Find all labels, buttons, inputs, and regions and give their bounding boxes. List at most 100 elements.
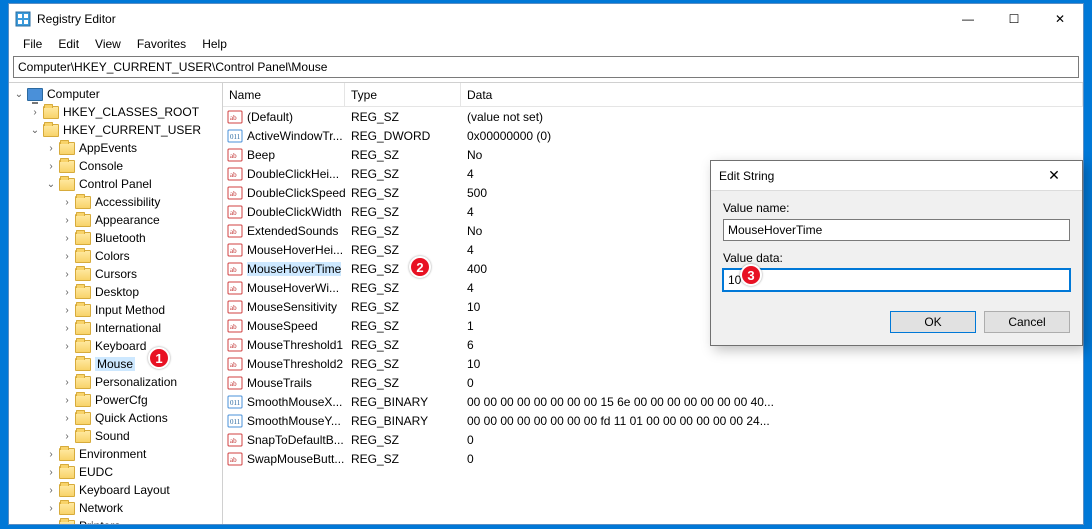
ok-button[interactable]: OK	[890, 311, 976, 333]
tree-computer[interactable]: ⌄Computer	[9, 85, 222, 103]
tree-twisty-icon[interactable]: ⌄	[45, 179, 57, 190]
titlebar[interactable]: Registry Editor — ☐ ✕	[9, 4, 1083, 34]
tree-twisty-icon[interactable]: ›	[61, 413, 73, 424]
folder-icon	[75, 286, 91, 299]
tree-twisty-icon[interactable]: ›	[45, 161, 57, 172]
value-name: MouseHoverHei...	[247, 243, 343, 257]
tree-colors[interactable]: ›Colors	[9, 247, 222, 265]
value-name: ActiveWindowTr...	[247, 129, 343, 143]
dialog-close-button[interactable]: ✕	[1034, 167, 1074, 184]
value-row[interactable]: 011SmoothMouseX...REG_BINARY00 00 00 00 …	[223, 392, 1083, 411]
address-bar[interactable]: Computer\HKEY_CURRENT_USER\Control Panel…	[13, 56, 1079, 78]
tree-sound[interactable]: ›Sound	[9, 427, 222, 445]
tree-environment[interactable]: ›Environment	[9, 445, 222, 463]
tree-item-label: PowerCfg	[95, 393, 148, 407]
tree-pane[interactable]: ⌄Computer›HKEY_CLASSES_ROOT⌄HKEY_CURRENT…	[9, 83, 223, 524]
tree-item-label: EUDC	[79, 465, 113, 479]
tree-twisty-icon[interactable]: ›	[61, 197, 73, 208]
tree-keyboard-layout[interactable]: ›Keyboard Layout	[9, 481, 222, 499]
tree-twisty-icon[interactable]: ›	[61, 269, 73, 280]
menu-favorites[interactable]: Favorites	[129, 35, 194, 53]
tree-personalization[interactable]: › Personalization	[9, 373, 222, 391]
tree-desktop[interactable]: ›Desktop	[9, 283, 222, 301]
tree-twisty-icon[interactable]: ›	[29, 107, 41, 118]
tree-item-label: Console	[79, 159, 123, 173]
tree-twisty-icon[interactable]: ›	[45, 503, 57, 514]
column-name[interactable]: Name	[223, 83, 345, 106]
tree-twisty-icon[interactable]: ›	[61, 341, 73, 352]
tree-appevents[interactable]: ›AppEvents	[9, 139, 222, 157]
menu-file[interactable]: File	[15, 35, 50, 53]
tree-accessibility[interactable]: ›Accessibility	[9, 193, 222, 211]
column-data[interactable]: Data	[461, 83, 1083, 106]
svg-text:011: 011	[230, 418, 241, 426]
tree-input-method[interactable]: ›Input Method	[9, 301, 222, 319]
value-row[interactable]: abMouseThreshold2REG_SZ10	[223, 354, 1083, 373]
value-row[interactable]: abSnapToDefaultB...REG_SZ0	[223, 430, 1083, 449]
tree-bluetooth[interactable]: ›Bluetooth	[9, 229, 222, 247]
tree-twisty-icon[interactable]: ›	[61, 395, 73, 406]
folder-icon	[75, 232, 91, 245]
tree-twisty-icon[interactable]: ›	[61, 251, 73, 262]
svg-text:ab: ab	[230, 380, 237, 388]
tree-keyboard[interactable]: ›Keyboard	[9, 337, 222, 355]
tree-powercfg[interactable]: › PowerCfg	[9, 391, 222, 409]
tree-twisty-icon[interactable]: ›	[61, 287, 73, 298]
tree-twisty-icon[interactable]: ›	[45, 485, 57, 496]
minimize-button[interactable]: —	[945, 4, 991, 34]
tree-twisty-icon[interactable]: ›	[45, 143, 57, 154]
value-row[interactable]: 011ActiveWindowTr...REG_DWORD0x00000000 …	[223, 126, 1083, 145]
maximize-button[interactable]: ☐	[991, 4, 1037, 34]
folder-icon	[59, 484, 75, 497]
tree-twisty-icon[interactable]: ›	[61, 323, 73, 334]
menubar: File Edit View Favorites Help	[9, 34, 1083, 54]
value-data-field[interactable]	[723, 269, 1070, 291]
tree-international[interactable]: ›International	[9, 319, 222, 337]
tree-item-label: Mouse	[95, 357, 135, 371]
tree-twisty-icon[interactable]: ›	[61, 431, 73, 442]
svg-text:ab: ab	[230, 323, 237, 331]
value-type: REG_SZ	[345, 167, 461, 181]
value-row[interactable]: 011SmoothMouseY...REG_BINARY00 00 00 00 …	[223, 411, 1083, 430]
menu-edit[interactable]: Edit	[50, 35, 87, 53]
cancel-button[interactable]: Cancel	[984, 311, 1070, 333]
value-name: MouseSensitivity	[247, 300, 337, 314]
tree-eudc[interactable]: › EUDC	[9, 463, 222, 481]
string-value-icon: ab	[227, 109, 243, 125]
tree-network[interactable]: ›Network	[9, 499, 222, 517]
menu-help[interactable]: Help	[194, 35, 235, 53]
tree-twisty-icon[interactable]: ›	[45, 449, 57, 460]
value-name: MouseHoverTime	[247, 262, 341, 276]
tree-twisty-icon[interactable]: ›	[61, 377, 73, 388]
close-button[interactable]: ✕	[1037, 4, 1083, 34]
column-type[interactable]: Type	[345, 83, 461, 106]
tree-mouse[interactable]: Mouse	[9, 355, 222, 373]
value-row[interactable]: ab(Default)REG_SZ(value not set)	[223, 107, 1083, 126]
menu-view[interactable]: View	[87, 35, 129, 53]
app-icon	[15, 11, 31, 27]
tree-console[interactable]: › Console	[9, 157, 222, 175]
tree-twisty-icon[interactable]: ⌄	[29, 125, 41, 136]
tree-twisty-icon[interactable]: ›	[61, 305, 73, 316]
tree-twisty-icon[interactable]: ›	[61, 233, 73, 244]
tree-hkcu[interactable]: ⌄HKEY_CURRENT_USER	[9, 121, 222, 139]
tree-twisty-icon[interactable]: ›	[45, 467, 57, 478]
string-value-icon: ab	[227, 337, 243, 353]
value-row[interactable]: abSwapMouseButt...REG_SZ0	[223, 449, 1083, 468]
tree-printers[interactable]: ›Printers	[9, 517, 222, 524]
folder-icon	[75, 358, 91, 371]
value-name: MouseTrails	[247, 376, 312, 390]
tree-quick-actions[interactable]: ›Quick Actions	[9, 409, 222, 427]
value-name-field[interactable]	[723, 219, 1070, 241]
tree-twisty-icon[interactable]: ›	[61, 215, 73, 226]
tree-item-label: Personalization	[95, 375, 177, 389]
tree-twisty-icon[interactable]: ⌄	[13, 89, 25, 100]
tree-control-panel[interactable]: ⌄Control Panel	[9, 175, 222, 193]
tree-cursors[interactable]: ›Cursors	[9, 265, 222, 283]
tree-twisty-icon[interactable]: ›	[45, 521, 57, 525]
tree-hkcr[interactable]: ›HKEY_CLASSES_ROOT	[9, 103, 222, 121]
value-row[interactable]: abMouseTrailsREG_SZ0	[223, 373, 1083, 392]
tree-appearance[interactable]: ›Appearance	[9, 211, 222, 229]
svg-text:ab: ab	[230, 266, 237, 274]
dialog-titlebar[interactable]: Edit String ✕	[711, 161, 1082, 191]
